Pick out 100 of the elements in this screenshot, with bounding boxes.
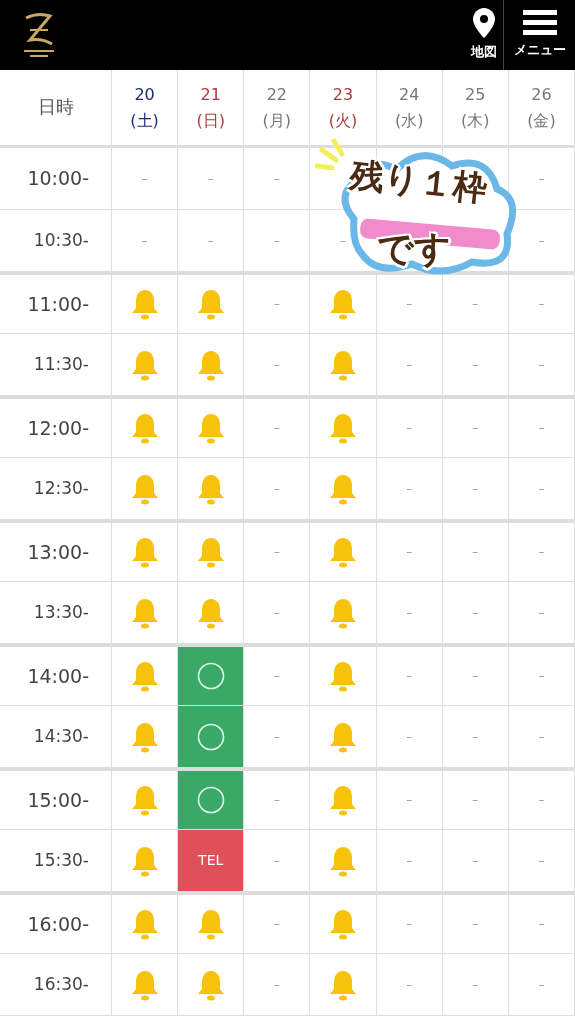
unavailable-dash: – — [472, 544, 479, 561]
bell-icon — [130, 596, 159, 629]
unavailable-dash: – — [472, 916, 479, 933]
column-header: 日時 — [37, 95, 74, 120]
unavailable-dash: – — [538, 480, 545, 498]
unavailable-dash: – — [538, 420, 545, 437]
bell-icon — [130, 784, 159, 816]
unavailable-dash: – — [273, 976, 280, 994]
time-label: 11:30- — [33, 352, 89, 376]
unavailable-dash: – — [273, 668, 280, 685]
day-date: 22 — [266, 83, 288, 106]
unavailable-dash: – — [141, 232, 148, 250]
bell-icon — [196, 908, 225, 940]
unavailable-dash: – — [207, 232, 214, 250]
unavailable-dash: – — [538, 728, 545, 746]
unavailable-dash: – — [340, 232, 346, 250]
unavailable-dash: – — [406, 480, 413, 498]
unavailable-dash: – — [273, 916, 280, 933]
available-slot[interactable] — [178, 771, 244, 829]
time-label: 15:30- — [33, 848, 89, 872]
day-date: 26 — [531, 83, 552, 106]
available-slot[interactable] — [178, 647, 244, 705]
time-label: 13:00- — [27, 539, 89, 565]
day-weekday: (日) — [196, 109, 225, 132]
tel-button[interactable]: TEL — [178, 830, 244, 891]
circle-icon — [196, 722, 225, 751]
time-label: 10:30- — [33, 228, 89, 252]
unavailable-dash: – — [406, 544, 413, 561]
unavailable-dash: – — [273, 544, 280, 561]
bell-icon — [196, 968, 225, 1001]
unavailable-dash: – — [406, 792, 413, 809]
bell-icon — [329, 536, 357, 568]
unavailable-dash: – — [472, 480, 479, 498]
day-weekday: (土) — [130, 109, 159, 132]
day-date: 23 — [332, 83, 354, 106]
unavailable-dash: – — [273, 852, 280, 870]
unavailable-dash: – — [472, 604, 479, 622]
bell-icon — [130, 908, 159, 940]
unavailable-dash: – — [472, 728, 479, 746]
unavailable-dash: – — [538, 852, 545, 870]
menu-icon — [522, 10, 557, 37]
day-weekday: (金) — [527, 109, 556, 132]
bell-icon — [329, 660, 357, 692]
time-label: 15:00- — [27, 787, 89, 813]
available-slot[interactable] — [178, 706, 244, 767]
bell-icon — [130, 412, 159, 444]
unavailable-dash: – — [406, 296, 413, 313]
unavailable-dash: – — [273, 296, 280, 313]
bell-icon — [130, 472, 159, 505]
unavailable-dash: – — [472, 792, 479, 809]
unavailable-dash: – — [538, 668, 545, 685]
day-weekday: (木) — [461, 109, 490, 132]
unavailable-dash: – — [538, 232, 545, 250]
day-weekday: (火) — [328, 109, 358, 132]
unavailable-dash: – — [273, 232, 280, 250]
unavailable-dash: – — [538, 170, 545, 188]
time-label: 12:00- — [27, 415, 89, 441]
sticker-text: です — [377, 227, 451, 271]
bell-icon — [196, 596, 225, 629]
unavailable-dash: – — [538, 604, 545, 622]
bell-icon — [130, 968, 159, 1001]
bell-icon — [196, 472, 225, 505]
bell-icon — [196, 288, 225, 320]
sticker-text: 残り１枠 — [347, 152, 490, 211]
bell-icon — [196, 412, 225, 444]
day-date: 21 — [200, 83, 221, 106]
bell-icon — [196, 348, 225, 381]
bell-icon — [329, 720, 357, 753]
unavailable-dash: – — [406, 604, 413, 622]
unavailable-dash: – — [406, 976, 413, 994]
time-label: 11:00- — [27, 291, 89, 317]
day-date: 24 — [398, 83, 420, 106]
map-button[interactable]: 地図 — [465, 0, 503, 70]
menu-button[interactable]: メニュー — [503, 0, 575, 70]
bell-icon — [130, 844, 159, 877]
unavailable-dash: – — [538, 356, 545, 374]
bell-icon — [130, 660, 159, 692]
bell-icon — [130, 720, 159, 753]
circle-icon — [196, 662, 225, 690]
day-weekday: (月) — [262, 109, 292, 132]
time-label: 14:00- — [27, 663, 89, 689]
unavailable-dash: – — [406, 420, 413, 437]
bell-icon — [329, 844, 357, 877]
time-label: 10:00- — [27, 166, 89, 192]
day-date: 20 — [134, 83, 155, 106]
time-label: 16:00- — [27, 911, 89, 937]
unavailable-dash: – — [472, 976, 479, 994]
unavailable-dash: – — [406, 916, 413, 933]
unavailable-dash: – — [273, 792, 280, 809]
sparkle-icon — [314, 138, 344, 170]
unavailable-dash: – — [273, 170, 280, 188]
bell-icon — [329, 412, 357, 444]
bell-icon — [196, 536, 225, 568]
time-label: 14:30- — [33, 724, 89, 748]
bell-icon — [329, 968, 357, 1001]
unavailable-dash: – — [472, 296, 479, 313]
unavailable-dash: – — [472, 420, 479, 437]
time-label: 13:30- — [33, 600, 89, 624]
bell-icon — [130, 288, 159, 320]
unavailable-dash: – — [538, 976, 545, 994]
